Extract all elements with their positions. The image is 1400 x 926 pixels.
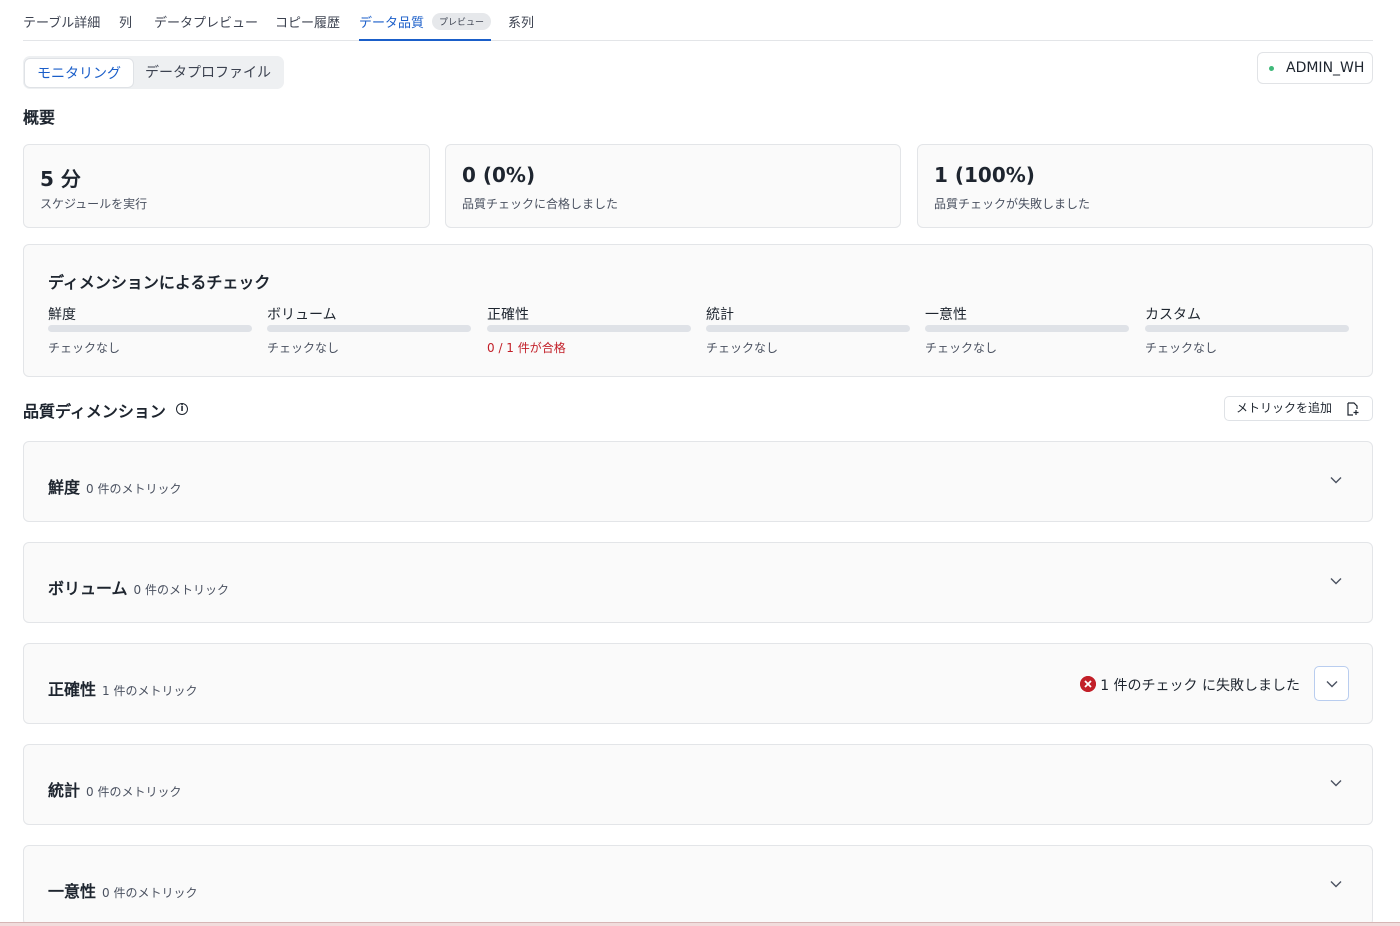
dimension-progress-bar [487,325,691,332]
quality-dimensions-title: 品質ディメンション [23,402,166,421]
dimension-status: チェックなし [267,341,340,355]
dimension-name: 鮮度 [48,307,76,323]
dimension-checks-panel: ディメンションによるチェック 鮮度 チェックなし ボリューム チェックなし 正確… [23,244,1373,377]
add-document-icon [1347,402,1359,416]
accordion-title: 一意性 0 件のメトリック [48,878,197,902]
dimension-progress-bar [1145,325,1349,332]
section-name: 統計 [48,781,81,800]
accordion-uniqueness[interactable]: 一意性 0 件のメトリック [23,845,1373,926]
tab-table-details[interactable]: テーブル詳細 [23,12,100,41]
summary-label: 品質チェックが失敗しました [934,197,1091,211]
tab-columns[interactable]: 列 [119,12,132,41]
section-name: 鮮度 [48,478,81,497]
bottom-edge [0,922,1400,926]
chevron-down-icon [1326,681,1338,688]
chevron-down-icon[interactable] [1330,476,1342,484]
dimension-accuracy: 正確性 0 / 1 件が合格 [487,304,691,356]
accordion-volume[interactable]: ボリューム 0 件のメトリック [23,542,1373,623]
tab-data-preview[interactable]: データプレビュー [154,12,258,41]
dimension-name: 一意性 [925,307,967,323]
data-profile-button[interactable]: データプロファイル [133,58,283,88]
chevron-down-icon[interactable] [1330,577,1342,585]
warehouse-status-dot [1269,66,1274,71]
dimension-name: ボリューム [267,307,337,323]
tab-copy-history[interactable]: コピー履歴 [275,12,340,41]
summary-card-schedule: 5 分 スケジュールを実行 [23,144,430,228]
tab-data-quality[interactable]: データ品質 プレビュー [359,12,492,41]
section-name: 一意性 [48,882,97,901]
dimension-progress-bar [925,325,1129,332]
accordion-freshness[interactable]: 鮮度 0 件のメトリック [23,441,1373,522]
accordion-title: 正確性 1 件のメトリック [48,676,197,700]
section-name: ボリューム [48,579,128,598]
preview-badge: プレビュー [432,13,492,30]
warehouse-name: ADMIN_WH [1286,60,1365,76]
expand-button[interactable] [1314,666,1349,701]
summary-card-failed: 1 (100%) 品質チェックが失敗しました [917,144,1373,228]
summary-label: 品質チェックに合格しました [462,197,619,211]
error-icon [1080,676,1096,692]
add-metric-label: メトリックを追加 [1236,401,1333,415]
dimension-status: チェックなし [1145,341,1218,355]
metric-count: 0 件のメトリック [86,785,182,799]
dimension-volume: ボリューム チェックなし [267,304,471,356]
dimension-progress-bar [706,325,910,332]
dimension-freshness: 鮮度 チェックなし [48,304,252,356]
metric-count: 0 件のメトリック [133,583,229,597]
chevron-down-icon[interactable] [1330,880,1342,888]
accordion-title: 統計 0 件のメトリック [48,777,181,801]
dimension-statistics: 統計 チェックなし [706,304,910,356]
summary-value: 1 (100%) [934,163,1035,187]
dimension-name: カスタム [1145,307,1201,323]
accordion-title: 鮮度 0 件のメトリック [48,474,181,498]
add-metric-button[interactable]: メトリックを追加 [1224,396,1373,421]
dimension-status: チェックなし [706,341,779,355]
dimension-status: チェックなし [48,341,121,355]
failure-message: 1 件のチェック に失敗しました [1100,678,1300,694]
dimension-progress-bar [48,325,252,332]
metric-count: 1 件のメトリック [102,684,198,698]
dimension-uniqueness: 一意性 チェックなし [925,304,1129,356]
tab-lineage[interactable]: 系列 [508,12,534,41]
chevron-down-icon[interactable] [1330,779,1342,787]
monitoring-button[interactable]: モニタリング [24,58,134,88]
dimension-name: 正確性 [487,307,529,323]
metric-count: 0 件のメトリック [102,886,198,900]
tab-bar: テーブル詳細 列 データプレビュー コピー履歴 データ品質 プレビュー 系列 [23,0,1373,41]
accordion-title: ボリューム 0 件のメトリック [48,575,229,599]
warehouse-selector[interactable]: ADMIN_WH [1257,52,1373,84]
summary-value: 5 分 [40,167,81,191]
dimension-checks-title: ディメンションによるチェック [48,273,271,292]
dimension-name: 統計 [706,307,734,323]
dimension-status: チェックなし [925,341,998,355]
tab-data-quality-label: データ品質 [359,16,425,31]
accordion-statistics[interactable]: 統計 0 件のメトリック [23,744,1373,825]
metric-count: 0 件のメトリック [86,482,182,496]
summary-card-passed: 0 (0%) 品質チェックに合格しました [445,144,901,228]
summary-label: スケジュールを実行 [40,197,148,211]
section-name: 正確性 [48,680,97,699]
dimension-custom: カスタム チェックなし [1145,304,1349,356]
view-toggle: モニタリング データプロファイル [23,56,284,89]
info-icon[interactable]: i [176,403,188,415]
dimension-progress-bar [267,325,471,332]
accordion-accuracy[interactable]: 正確性 1 件のメトリック 1 件のチェック に失敗しました [23,643,1373,724]
summary-value: 0 (0%) [462,163,536,187]
overview-title: 概要 [23,108,56,127]
dimension-status: 0 / 1 件が合格 [487,341,566,355]
